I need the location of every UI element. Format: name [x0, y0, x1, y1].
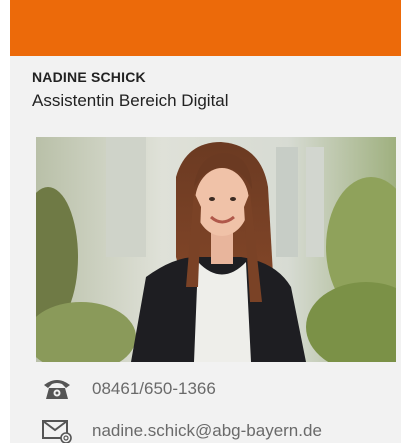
email-address[interactable]: nadine.schick@abg-bayern.de: [92, 421, 322, 441]
contact-card: NADINE SCHICK Assistentin Bereich Digita…: [10, 0, 401, 443]
email-row[interactable]: nadine.schick@abg-bayern.de: [42, 418, 322, 443]
phone-row[interactable]: 08461/650-1366: [42, 376, 216, 402]
phone-number[interactable]: 08461/650-1366: [92, 379, 216, 399]
envelope-at-icon: [42, 418, 72, 443]
person-role: Assistentin Bereich Digital: [32, 91, 229, 110]
header-accent-bar: [10, 0, 401, 56]
telephone-icon: [42, 376, 72, 402]
portrait-photo: [36, 137, 396, 362]
portrait-photo-illustration: [36, 137, 396, 362]
person-name: NADINE SCHICK: [32, 69, 146, 85]
